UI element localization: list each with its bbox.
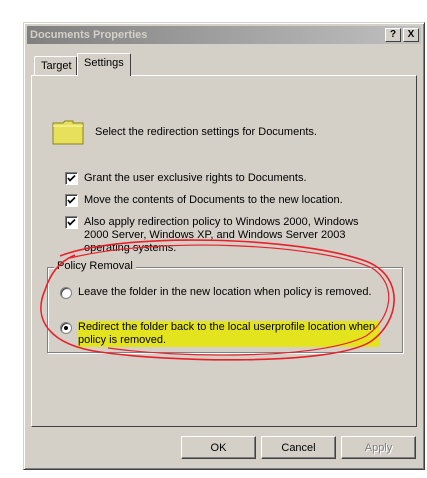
policy-removal-title: Policy Removal (54, 260, 136, 272)
checkmark-icon (67, 218, 76, 226)
leave-folder-option[interactable]: Leave the folder in the new location whe… (60, 286, 372, 299)
properties-dialog: Documents Properties ? X Target Settings… (23, 22, 425, 470)
apply-legacy-policy-checkbox[interactable] (65, 216, 78, 229)
apply-button[interactable]: Apply (341, 436, 416, 459)
move-contents-checkbox[interactable] (65, 194, 78, 207)
checkmark-icon (67, 174, 76, 182)
tab-settings-label: Settings (84, 57, 124, 69)
radio-selected-dot (64, 326, 68, 330)
checkmark-icon (67, 196, 76, 204)
move-contents-label: Move the contents of Documents to the ne… (84, 194, 343, 206)
tab-target-label: Target (41, 60, 72, 72)
redirect-back-radio[interactable] (60, 322, 72, 334)
title-bar[interactable]: Documents Properties ? X (27, 26, 421, 44)
grant-exclusive-rights-option[interactable]: Grant the user exclusive rights to Docum… (65, 172, 307, 185)
folder-icon (52, 120, 84, 145)
apply-legacy-policy-label: Also apply redirection policy to Windows… (84, 216, 359, 254)
help-button[interactable]: ? (385, 28, 401, 42)
leave-folder-label: Leave the folder in the new location whe… (78, 286, 372, 298)
apply-legacy-policy-option[interactable]: Also apply redirection policy to Windows… (65, 216, 385, 255)
redirect-back-option[interactable]: Redirect the folder back to the local us… (60, 321, 380, 347)
policy-removal-group: Policy Removal Leave the folder in the n… (47, 260, 403, 353)
redirection-description: Select the redirection settings for Docu… (95, 126, 317, 138)
settings-panel: Select the redirection settings for Docu… (31, 75, 417, 427)
ok-button[interactable]: OK (181, 436, 256, 459)
grant-exclusive-rights-label: Grant the user exclusive rights to Docum… (84, 172, 307, 184)
cancel-button[interactable]: Cancel (261, 436, 336, 459)
tab-settings[interactable]: Settings (77, 53, 131, 76)
grant-exclusive-rights-checkbox[interactable] (65, 172, 78, 185)
move-contents-option[interactable]: Move the contents of Documents to the ne… (65, 194, 343, 207)
tab-target[interactable]: Target (34, 56, 77, 75)
window-title: Documents Properties (30, 29, 148, 41)
leave-folder-radio[interactable] (60, 287, 72, 299)
redirect-back-label: Redirect the folder back to the local us… (78, 321, 380, 347)
close-button[interactable]: X (403, 28, 419, 42)
